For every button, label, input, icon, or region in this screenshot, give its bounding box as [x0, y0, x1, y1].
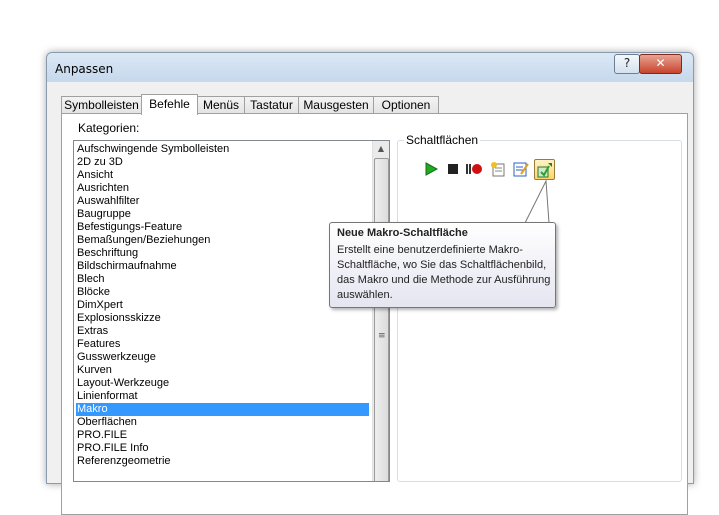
new-macro-icon[interactable]	[489, 160, 507, 178]
list-item[interactable]: Linienformat	[76, 390, 369, 403]
stop-macro-icon[interactable]	[444, 160, 462, 178]
tab-menues[interactable]: Menüs	[197, 96, 245, 114]
categories-listbox[interactable]: Aufschwingende Symbolleisten 2D zu 3D An…	[73, 140, 390, 482]
list-item[interactable]: DimXpert	[76, 299, 369, 312]
record-pause-macro-icon[interactable]	[465, 160, 483, 178]
tab-tastatur[interactable]: Tastatur	[244, 96, 299, 114]
list-item[interactable]: 2D zu 3D	[76, 156, 369, 169]
tab-befehle[interactable]: Befehle	[141, 94, 198, 115]
categories-label: Kategorien:	[78, 121, 140, 135]
scrollbar-grip-icon: ≡	[378, 331, 386, 341]
list-item[interactable]: Baugruppe	[76, 208, 369, 221]
list-item[interactable]: Explosionsskizze	[76, 312, 369, 325]
help-button[interactable]: ?	[614, 54, 640, 74]
list-item[interactable]: Oberflächen	[76, 416, 369, 429]
scrollbar-thumb[interactable]: ≡	[374, 158, 389, 481]
list-item[interactable]: Referenzgeometrie	[76, 455, 369, 468]
list-item[interactable]: Kurven	[76, 364, 369, 377]
tooltip-body: Erstellt eine benutzerdefinierte Makro-S…	[337, 244, 551, 301]
edit-macro-icon[interactable]	[512, 160, 530, 178]
list-item[interactable]: Aufschwingende Symbolleisten	[76, 143, 369, 156]
list-item[interactable]: Features	[76, 338, 369, 351]
list-item[interactable]: Ansicht	[76, 169, 369, 182]
macro-button-tooltip: Neue Makro-Schaltfläche Erstellt eine be…	[329, 222, 556, 308]
list-item[interactable]: Layout-Werkzeuge	[76, 377, 369, 390]
tab-optionen[interactable]: Optionen	[373, 96, 439, 114]
list-item[interactable]: PRO.FILE Info	[76, 442, 369, 455]
tab-mausgesten[interactable]: Mausgesten	[298, 96, 374, 114]
list-item[interactable]: Befestigungs-Feature	[76, 221, 369, 234]
list-item-selected[interactable]: Makro	[76, 403, 369, 416]
tooltip-pointer	[525, 180, 550, 224]
categories-scrollbar[interactable]: ▲ ≡	[372, 141, 389, 481]
list-item[interactable]: Bemaßungen/Beziehungen	[76, 234, 369, 247]
list-item[interactable]: Ausrichten	[76, 182, 369, 195]
list-item[interactable]: Bildschirmaufnahme	[76, 260, 369, 273]
list-item[interactable]: Beschriftung	[76, 247, 369, 260]
new-macro-button-icon[interactable]	[534, 159, 555, 180]
tooltip-title: Neue Makro-Schaltfläche	[337, 227, 468, 239]
buttons-group-label: Schaltflächen	[404, 133, 481, 147]
list-item[interactable]: Blöcke	[76, 286, 369, 299]
list-item[interactable]: Blech	[76, 273, 369, 286]
dialog-title: Anpassen	[55, 62, 114, 76]
list-item[interactable]: PRO.FILE	[76, 429, 369, 442]
list-item[interactable]: Auswahlfilter	[76, 195, 369, 208]
scroll-up-arrow-icon[interactable]: ▲	[373, 141, 389, 157]
tab-symbolleisten[interactable]: Symbolleisten	[61, 96, 142, 114]
list-item[interactable]: Extras	[76, 325, 369, 338]
title-bar[interactable]: Anpassen ? ✕	[47, 53, 693, 82]
run-macro-icon[interactable]	[422, 160, 440, 178]
close-button[interactable]: ✕	[639, 54, 682, 74]
list-item[interactable]: Gusswerkzeuge	[76, 351, 369, 364]
